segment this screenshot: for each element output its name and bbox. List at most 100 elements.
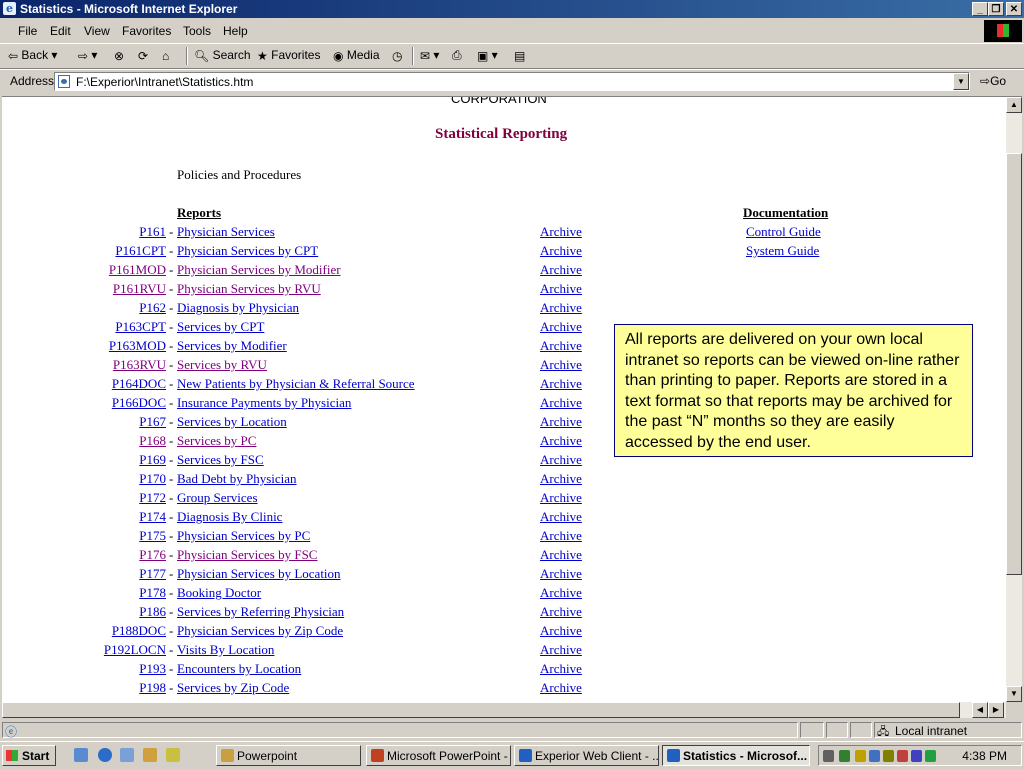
archive-link[interactable]: Archive [540, 414, 582, 430]
tray-app-icon[interactable] [869, 750, 880, 762]
report-code-link[interactable]: P177 [139, 566, 166, 582]
report-code-link[interactable]: P162 [139, 300, 166, 316]
address-value[interactable]: F:\Experior\Intranet\Statistics.htm [76, 75, 253, 89]
tray-app-icon[interactable] [855, 750, 866, 762]
archive-link[interactable]: Archive [540, 471, 582, 487]
menu-favorites[interactable]: Favorites [122, 24, 171, 38]
report-name-link[interactable]: Services by PC [177, 433, 256, 449]
report-name-link[interactable]: Physician Services by Zip Code [177, 623, 343, 639]
archive-link[interactable]: Archive [540, 623, 582, 639]
discuss-button[interactable]: ▤ [514, 48, 525, 64]
report-code-link[interactable]: P186 [139, 604, 166, 620]
report-code-link[interactable]: P161RVU [113, 281, 166, 297]
network-icon[interactable] [883, 750, 894, 762]
forward-button[interactable]: ⇨ ▾ [78, 48, 97, 64]
minimize-button[interactable]: _ [972, 2, 988, 16]
report-name-link[interactable]: Services by Modifier [177, 338, 287, 354]
report-code-link[interactable]: P163CPT [115, 319, 166, 335]
archive-link[interactable]: Archive [540, 547, 582, 563]
menu-view[interactable]: View [84, 24, 110, 38]
report-name-link[interactable]: Physician Services by FSC [177, 547, 317, 563]
archive-link[interactable]: Archive [540, 452, 582, 468]
report-name-link[interactable]: Diagnosis By Clinic [177, 509, 282, 525]
volume-icon[interactable] [823, 750, 834, 762]
menu-edit[interactable]: Edit [50, 24, 71, 38]
vertical-scrollbar[interactable]: ▲ ▼ [1006, 96, 1022, 702]
report-code-link[interactable]: P193 [139, 661, 166, 677]
report-name-link[interactable]: Services by CPT [177, 319, 264, 335]
report-name-link[interactable]: Diagnosis by Physician [177, 300, 299, 316]
report-code-link[interactable]: P172 [139, 490, 166, 506]
report-name-link[interactable]: Bad Debt by Physician [177, 471, 297, 487]
archive-link[interactable]: Archive [540, 262, 582, 278]
restore-button[interactable]: ❐ [988, 2, 1004, 16]
report-code-link[interactable]: P192LOCN [104, 642, 166, 658]
address-input[interactable]: F:\Experior\Intranet\Statistics.htm ▼ [54, 72, 970, 91]
report-name-link[interactable]: Physician Services by RVU [177, 281, 321, 297]
archive-link[interactable]: Archive [540, 357, 582, 373]
report-code-link[interactable]: P178 [139, 585, 166, 601]
report-code-link[interactable]: P198 [139, 680, 166, 696]
archive-link[interactable]: Archive [540, 224, 582, 240]
search-button[interactable]: 🔍︎ Search [194, 48, 251, 64]
control-guide-link[interactable]: Control Guide [746, 224, 821, 240]
archive-link[interactable]: Archive [540, 604, 582, 620]
report-name-link[interactable]: Services by Location [177, 414, 287, 430]
favorites-button[interactable]: ★ Favorites [257, 48, 320, 64]
scroll-right-button[interactable]: ▶ [988, 702, 1004, 718]
archive-link[interactable]: Archive [540, 642, 582, 658]
report-code-link[interactable]: P161 [139, 224, 166, 240]
horizontal-scroll-thumb[interactable] [2, 702, 960, 718]
report-name-link[interactable]: Booking Doctor [177, 585, 261, 601]
menu-tools[interactable]: Tools [183, 24, 211, 38]
report-code-link[interactable]: P167 [139, 414, 166, 430]
address-dropdown-button[interactable]: ▼ [953, 73, 969, 90]
archive-link[interactable]: Archive [540, 376, 582, 392]
scroll-left-button[interactable]: ◀ [972, 702, 988, 718]
archive-link[interactable]: Archive [540, 585, 582, 601]
archive-link[interactable]: Archive [540, 680, 582, 696]
report-name-link[interactable]: Services by FSC [177, 452, 264, 468]
archive-link[interactable]: Archive [540, 433, 582, 449]
report-name-link[interactable]: Physician Services by CPT [177, 243, 318, 259]
archive-link[interactable]: Archive [540, 281, 582, 297]
archive-link[interactable]: Archive [540, 243, 582, 259]
report-name-link[interactable]: Encounters by Location [177, 661, 301, 677]
report-name-link[interactable]: Services by Zip Code [177, 680, 289, 696]
taskbar-task-button[interactable]: Powerpoint [216, 745, 361, 766]
internet-explorer-icon[interactable] [98, 748, 112, 762]
report-name-link[interactable]: Services by RVU [177, 357, 267, 373]
report-code-link[interactable]: P164DOC [112, 376, 166, 392]
go-button[interactable]: ⇨Go [980, 74, 1006, 88]
report-name-link[interactable]: Insurance Payments by Physician [177, 395, 351, 411]
tray-app-icon[interactable] [925, 750, 936, 762]
report-name-link[interactable]: Physician Services by PC [177, 528, 310, 544]
start-button[interactable]: Start [2, 745, 56, 766]
report-code-link[interactable]: P170 [139, 471, 166, 487]
menu-file[interactable]: File [18, 24, 37, 38]
archive-link[interactable]: Archive [540, 509, 582, 525]
archive-link[interactable]: Archive [540, 661, 582, 677]
archive-link[interactable]: Archive [540, 319, 582, 335]
quick-launch-icon[interactable] [143, 748, 157, 762]
report-code-link[interactable]: P161CPT [115, 243, 166, 259]
report-code-link[interactable]: P168 [139, 433, 166, 449]
back-button[interactable]: ⇦ Back ▾ [8, 48, 57, 64]
outlook-icon[interactable] [120, 748, 134, 762]
taskbar-task-button[interactable]: Microsoft PowerPoint - ... [366, 745, 511, 766]
history-button[interactable]: ◷ [392, 48, 402, 64]
report-code-link[interactable]: P169 [139, 452, 166, 468]
stop-button[interactable]: ⊗ [114, 48, 124, 64]
tray-app-icon[interactable] [897, 750, 908, 762]
report-name-link[interactable]: Physician Services [177, 224, 275, 240]
tray-app-icon[interactable] [911, 750, 922, 762]
report-code-link[interactable]: P163RVU [113, 357, 166, 373]
report-name-link[interactable]: Physician Services by Location [177, 566, 341, 582]
report-name-link[interactable]: Visits By Location [177, 642, 274, 658]
report-name-link[interactable]: Physician Services by Modifier [177, 262, 341, 278]
report-code-link[interactable]: P188DOC [112, 623, 166, 639]
archive-link[interactable]: Archive [540, 300, 582, 316]
system-guide-link[interactable]: System Guide [746, 243, 819, 259]
scroll-down-button[interactable]: ▼ [1006, 686, 1022, 702]
report-code-link[interactable]: P161MOD [109, 262, 166, 278]
